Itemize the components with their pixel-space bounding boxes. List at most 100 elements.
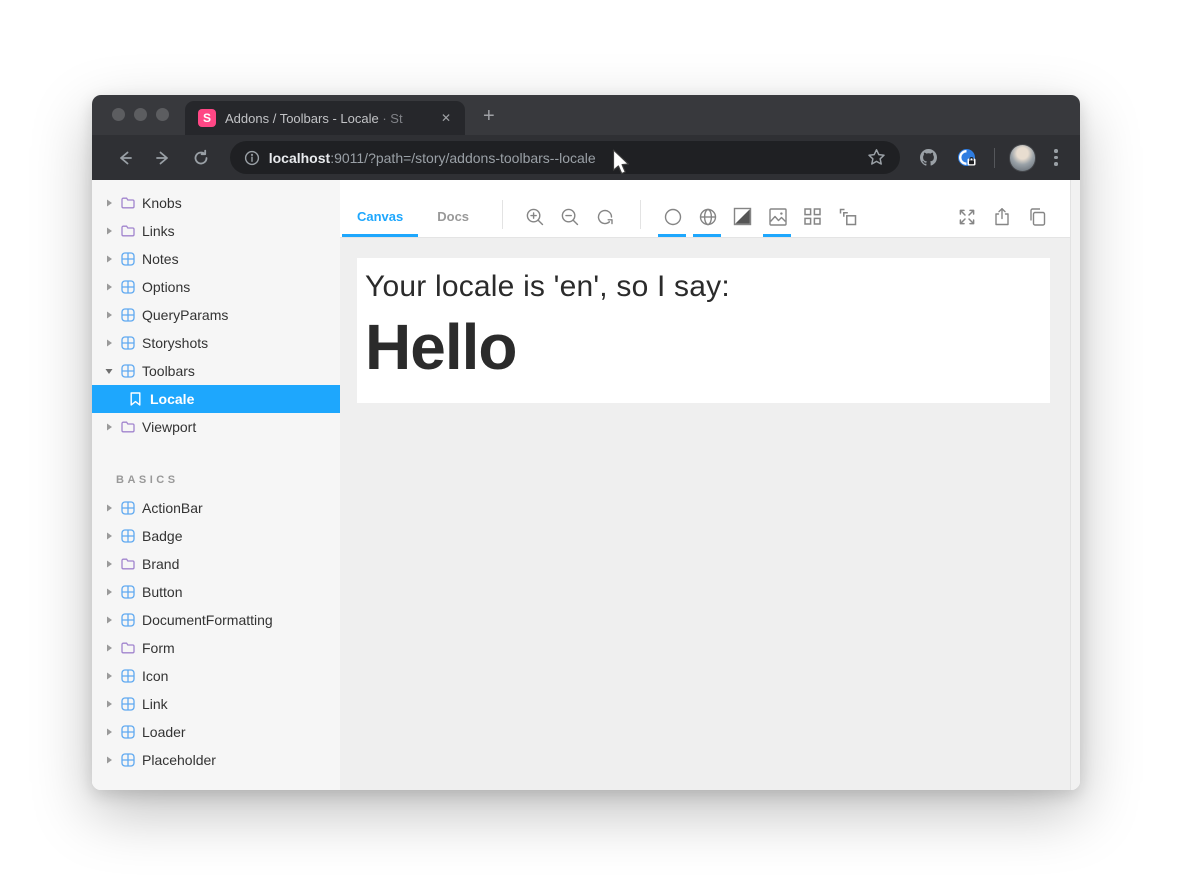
browser-tab[interactable]: S Addons / Toolbars - Locale · St ✕ xyxy=(185,101,465,135)
toolbar-separator xyxy=(502,200,503,229)
zoom-in-icon xyxy=(525,207,545,227)
zoom-reset-button[interactable] xyxy=(587,196,622,237)
forward-arrow-icon xyxy=(154,149,172,167)
tab-title-truncated: · St xyxy=(382,111,402,126)
browser-menu-button[interactable] xyxy=(1046,143,1066,172)
github-extension-icon[interactable] xyxy=(915,144,943,172)
background-toggle-button[interactable] xyxy=(655,196,690,237)
sidebar-item-loader[interactable]: Loader xyxy=(92,718,340,746)
sidebar-item-label: Placeholder xyxy=(142,752,216,768)
canvas-toolbar: Canvas Docs xyxy=(340,180,1080,238)
sidebar-item-label: DocumentFormatting xyxy=(142,612,273,628)
chevron-right-icon[interactable] xyxy=(105,560,113,568)
chevron-right-icon[interactable] xyxy=(105,255,113,263)
sidebar-item-knobs[interactable]: Knobs xyxy=(92,189,340,217)
chevron-right-icon[interactable] xyxy=(105,227,113,235)
tab-close-icon[interactable]: ✕ xyxy=(437,109,455,127)
chevron-down-icon[interactable] xyxy=(105,368,113,375)
tab-canvas[interactable]: Canvas xyxy=(342,196,418,237)
sidebar-item-notes[interactable]: Notes xyxy=(92,245,340,273)
sidebar-item-brand[interactable]: Brand xyxy=(92,550,340,578)
share-button[interactable] xyxy=(984,196,1019,237)
url-text[interactable]: localhost:9011/?path=/story/addons-toolb… xyxy=(269,150,867,166)
sidebar-item-label: Button xyxy=(142,584,182,600)
page-info-icon[interactable] xyxy=(244,150,260,166)
circle-icon xyxy=(663,207,683,227)
profile-avatar[interactable] xyxy=(1009,144,1037,172)
chevron-right-icon[interactable] xyxy=(105,700,113,708)
toolbar-spacer xyxy=(865,196,949,237)
sidebar-item-storyshots[interactable]: Storyshots xyxy=(92,329,340,357)
folder-icon xyxy=(120,642,135,654)
forward-button[interactable] xyxy=(148,143,178,173)
sidebar-item-badge[interactable]: Badge xyxy=(92,522,340,550)
sidebar-item-label: Notes xyxy=(142,251,179,267)
chevron-right-icon[interactable] xyxy=(105,283,113,291)
chevron-right-icon[interactable] xyxy=(105,672,113,680)
traffic-light-close[interactable] xyxy=(112,108,125,121)
sidebar-item-icon[interactable]: Icon xyxy=(92,662,340,690)
globe-icon xyxy=(698,207,718,227)
browser-addressbar: localhost:9011/?path=/story/addons-toolb… xyxy=(92,135,1080,180)
sidebar-item-button[interactable]: Button xyxy=(92,578,340,606)
url-bar[interactable]: localhost:9011/?path=/story/addons-toolb… xyxy=(230,141,900,174)
chevron-right-icon[interactable] xyxy=(105,532,113,540)
sidebar-item-placeholder[interactable]: Placeholder xyxy=(92,746,340,774)
sidebar-item-actionbar[interactable]: ActionBar xyxy=(92,494,340,522)
chevron-right-icon[interactable] xyxy=(105,588,113,596)
image-snapshot-button[interactable] xyxy=(760,196,795,237)
bookmark-icon xyxy=(128,392,143,406)
sidebar-item-locale-selected[interactable]: Locale xyxy=(92,385,340,413)
component-icon xyxy=(120,725,135,739)
sidebar-item-link[interactable]: Link xyxy=(92,690,340,718)
sidebar-item-options[interactable]: Options xyxy=(92,273,340,301)
sidebar-item-viewport[interactable]: Viewport xyxy=(92,413,340,441)
locale-globe-button[interactable] xyxy=(690,196,725,237)
sidebar-item-documentformatting[interactable]: DocumentFormatting xyxy=(92,606,340,634)
sidebar-item-queryparams[interactable]: QueryParams xyxy=(92,301,340,329)
component-icon xyxy=(120,364,135,378)
grid-view-button[interactable] xyxy=(795,196,830,237)
component-icon xyxy=(120,252,135,266)
story-intro-text: Your locale is 'en', so I say: xyxy=(365,270,1040,304)
chevron-right-icon[interactable] xyxy=(105,728,113,736)
traffic-light-zoom[interactable] xyxy=(156,108,169,121)
zoom-in-button[interactable] xyxy=(517,196,552,237)
collage-icon xyxy=(838,207,858,227)
collage-view-button[interactable] xyxy=(830,196,865,237)
chevron-right-icon[interactable] xyxy=(105,423,113,431)
new-tab-button[interactable]: + xyxy=(483,105,495,128)
fullscreen-icon xyxy=(957,207,977,227)
component-icon xyxy=(120,753,135,767)
sidebar-item-form[interactable]: Form xyxy=(92,634,340,662)
sidebar-item-label: Loader xyxy=(142,724,186,740)
zoom-out-button[interactable] xyxy=(552,196,587,237)
fullscreen-button[interactable] xyxy=(949,196,984,237)
chevron-right-icon[interactable] xyxy=(105,311,113,319)
contrast-button[interactable] xyxy=(725,196,760,237)
sidebar-item-label: Viewport xyxy=(142,419,196,435)
chevron-right-icon[interactable] xyxy=(105,616,113,624)
chevron-right-icon[interactable] xyxy=(105,756,113,764)
component-icon xyxy=(120,585,135,599)
chevron-right-icon[interactable] xyxy=(105,199,113,207)
sidebar-item-links[interactable]: Links xyxy=(92,217,340,245)
privacy-extension-icon[interactable] xyxy=(953,144,981,172)
sidebar-item-label: Knobs xyxy=(142,195,182,211)
sidebar-item-toolbars[interactable]: Toolbars xyxy=(92,357,340,385)
chevron-right-icon[interactable] xyxy=(105,644,113,652)
chevron-right-icon[interactable] xyxy=(105,339,113,347)
reload-button[interactable] xyxy=(186,143,216,173)
page-scrollbar[interactable] xyxy=(1070,180,1080,790)
tab-docs[interactable]: Docs xyxy=(422,196,484,237)
copy-link-button[interactable] xyxy=(1019,196,1054,237)
back-arrow-icon xyxy=(116,149,134,167)
folder-icon xyxy=(120,421,135,433)
bookmark-star-icon[interactable] xyxy=(867,148,886,167)
url-host: localhost xyxy=(269,150,330,166)
traffic-light-minimize[interactable] xyxy=(134,108,147,121)
toolbar-separator xyxy=(640,200,641,229)
chevron-right-icon[interactable] xyxy=(105,504,113,512)
copy-icon xyxy=(1027,207,1047,227)
back-button[interactable] xyxy=(110,143,140,173)
